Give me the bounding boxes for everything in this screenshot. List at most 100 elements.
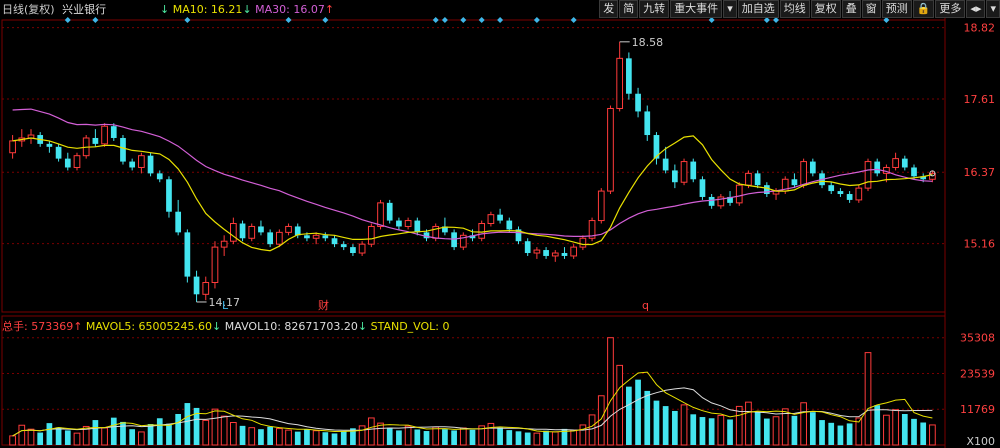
candle-body bbox=[340, 244, 347, 248]
candle-body bbox=[837, 191, 844, 195]
toolbar-item-1[interactable]: 简 bbox=[619, 0, 639, 18]
volume-bar bbox=[267, 426, 273, 445]
volume-bar bbox=[156, 418, 163, 445]
candle-body bbox=[892, 158, 899, 168]
event-diamond-icon bbox=[432, 17, 439, 23]
volume-bar bbox=[690, 414, 697, 445]
candle-body bbox=[828, 185, 835, 192]
candle-body bbox=[635, 93, 641, 112]
event-marker-l: L bbox=[222, 299, 229, 312]
event-diamond-icon bbox=[441, 17, 448, 23]
volume-bar bbox=[129, 429, 136, 445]
volume-bar bbox=[717, 415, 725, 446]
candle-body bbox=[110, 126, 117, 138]
candle-body bbox=[267, 232, 273, 245]
candle-body bbox=[579, 237, 587, 248]
toolbar-item-0[interactable]: 发 bbox=[599, 0, 619, 18]
toolbar: 发简九转 重大事件 ▾ 加自选 均线 复权叠窗预测 🔒 更多 ◂▸ ▾ bbox=[598, 0, 1000, 18]
volume-bar bbox=[543, 430, 549, 445]
volume-bar bbox=[892, 409, 899, 446]
volume-bar bbox=[809, 412, 816, 445]
volume-bar bbox=[506, 430, 513, 445]
toolbar-item-2[interactable]: 九转 bbox=[639, 0, 670, 18]
volume-bar bbox=[791, 415, 798, 445]
volume-bar bbox=[202, 419, 210, 446]
volume-bar bbox=[220, 415, 228, 446]
candle-body bbox=[230, 223, 237, 242]
volume-bar bbox=[386, 427, 393, 445]
volume-bar bbox=[644, 390, 651, 445]
toolbar-item-10[interactable]: 预测 bbox=[881, 0, 912, 18]
volume-bar bbox=[708, 418, 715, 445]
candle-body bbox=[874, 161, 881, 174]
candle-body bbox=[73, 155, 81, 168]
candle-body bbox=[911, 167, 917, 177]
volume-bar bbox=[469, 429, 476, 445]
volume-bar bbox=[515, 431, 522, 445]
candle-body bbox=[101, 125, 108, 145]
volume-bar bbox=[46, 423, 53, 445]
event-diamond-icon bbox=[322, 17, 329, 23]
toolbar-item-7[interactable]: 复权 bbox=[810, 0, 841, 18]
candle-body bbox=[304, 235, 310, 239]
candle-body bbox=[672, 170, 678, 183]
ma10-label: MA10: 16.21 bbox=[172, 3, 243, 16]
toolbar-item-5[interactable]: 加自选 bbox=[737, 0, 779, 18]
volume-bar bbox=[211, 408, 219, 446]
kline-chart[interactable]: 18.82 17.61 16.37 15.16 35308 23539 11769 X100 1… bbox=[0, 0, 1000, 448]
stock-name: 兴业银行 bbox=[62, 3, 107, 16]
candle-body bbox=[367, 225, 375, 245]
candle-body bbox=[184, 232, 191, 277]
candle-body bbox=[377, 202, 384, 227]
candle-body bbox=[175, 211, 182, 233]
candle-body bbox=[607, 107, 614, 192]
ma10-trend-icon: ↓ bbox=[242, 3, 252, 16]
candle-body bbox=[350, 247, 356, 254]
toolbar-item-9[interactable]: 窗 bbox=[861, 0, 881, 18]
candle-body bbox=[543, 250, 549, 256]
volume-bar bbox=[175, 414, 182, 445]
toolbar-item-11[interactable]: 🔒 bbox=[912, 0, 935, 18]
candle-body bbox=[404, 220, 412, 227]
candle-body bbox=[901, 158, 908, 168]
stand-vol-label: STAND_VOL: 0 bbox=[370, 320, 450, 333]
volume-bar bbox=[396, 430, 402, 445]
candle-body bbox=[680, 161, 688, 183]
volume-bar bbox=[929, 424, 936, 446]
candle-body bbox=[312, 234, 320, 239]
volume-bar bbox=[588, 414, 596, 446]
event-diamond-icon bbox=[533, 17, 540, 23]
candle-body bbox=[855, 187, 863, 201]
volume-bar bbox=[322, 432, 329, 445]
candle-body bbox=[220, 240, 228, 248]
candle-body bbox=[147, 155, 154, 174]
high-value-label: 18.58 bbox=[632, 36, 664, 49]
candle-body bbox=[46, 143, 53, 147]
volume-bar bbox=[626, 386, 632, 445]
toolbar-item-14[interactable]: ▾ bbox=[986, 0, 1000, 18]
toolbar-item-13[interactable]: ◂▸ bbox=[966, 0, 986, 18]
toolbar-item-8[interactable]: 叠 bbox=[841, 0, 861, 18]
toolbar-item-12[interactable]: 更多 bbox=[935, 0, 966, 18]
volume-bar bbox=[304, 429, 310, 445]
toolbar-item-6[interactable]: 均线 bbox=[779, 0, 810, 18]
candle-body bbox=[506, 220, 513, 230]
candle-body bbox=[193, 276, 200, 295]
toolbar-item-4[interactable]: ▾ bbox=[723, 0, 737, 18]
volume-bar bbox=[230, 422, 237, 446]
candle-body bbox=[386, 202, 393, 221]
volume-axis-label: 11769 bbox=[960, 403, 995, 416]
candle-body bbox=[763, 185, 770, 195]
candle-body bbox=[138, 155, 145, 168]
volume-bar bbox=[367, 417, 375, 446]
volume-bar bbox=[745, 401, 752, 446]
volume-bar bbox=[920, 422, 927, 445]
volume-bar bbox=[294, 431, 301, 445]
mavol10-label: MAVOL10: 82671703.20 bbox=[224, 320, 358, 333]
volume-bar bbox=[607, 337, 614, 446]
volume-bar bbox=[883, 414, 890, 446]
candle-body bbox=[800, 161, 807, 186]
volume-bar bbox=[819, 420, 825, 445]
ma10-arrow: ↓ bbox=[160, 3, 170, 16]
toolbar-item-3[interactable]: 重大事件 bbox=[670, 0, 723, 18]
